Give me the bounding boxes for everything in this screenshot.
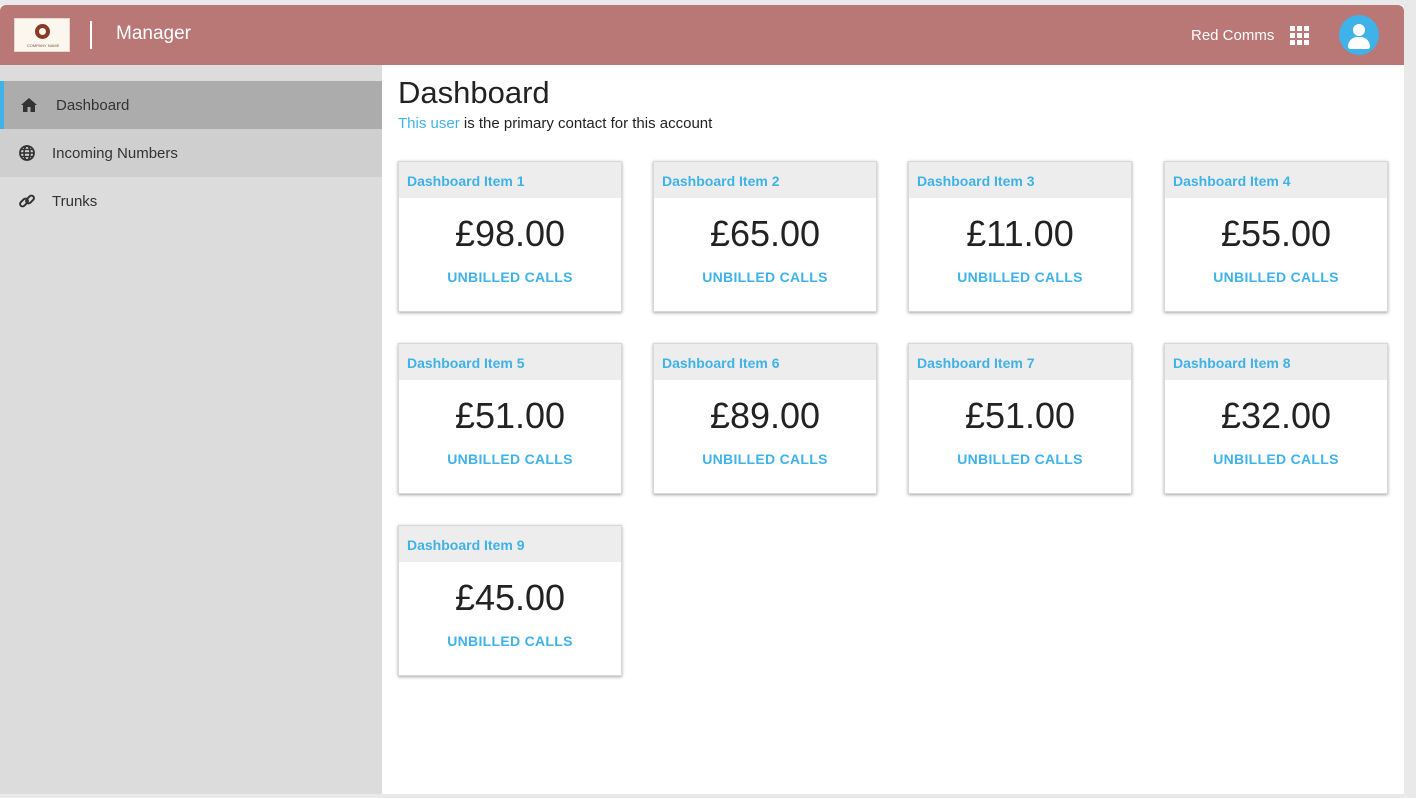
card-value: £55.00 (1220, 213, 1332, 254)
card-value: £32.00 (1220, 395, 1332, 436)
user-icon (1353, 24, 1365, 36)
card-title[interactable]: Dashboard Item 7 (909, 344, 1131, 380)
card-link[interactable]: UNBILLED CALLS (399, 269, 621, 285)
card-link[interactable]: UNBILLED CALLS (909, 269, 1131, 285)
globe-icon (18, 144, 36, 162)
card-title[interactable]: Dashboard Item 5 (399, 344, 621, 380)
company-logo[interactable]: COMPANY NAME (14, 18, 70, 52)
apps-grid-icon[interactable] (1290, 26, 1309, 45)
dashboard-card: Dashboard Item 4 £55.00 UNBILLED CALLS (1164, 161, 1388, 312)
card-value: £65.00 (709, 213, 821, 254)
sidebar: Dashboard Incoming Numbers Trunks (0, 65, 382, 794)
card-value: £89.00 (709, 395, 821, 436)
card-title[interactable]: Dashboard Item 4 (1165, 162, 1387, 198)
dashboard-card: Dashboard Item 9 £45.00 UNBILLED CALLS (398, 525, 622, 676)
card-link[interactable]: UNBILLED CALLS (654, 269, 876, 285)
sidebar-item-label: Incoming Numbers (52, 144, 178, 162)
dashboard-card: Dashboard Item 2 £65.00 UNBILLED CALLS (653, 161, 877, 312)
logo-mark-icon (35, 24, 50, 39)
card-link[interactable]: UNBILLED CALLS (1165, 269, 1387, 285)
card-link[interactable]: UNBILLED CALLS (399, 633, 621, 649)
card-link[interactable]: UNBILLED CALLS (654, 451, 876, 467)
dashboard-card: Dashboard Item 7 £51.00 UNBILLED CALLS (908, 343, 1132, 494)
card-title[interactable]: Dashboard Item 6 (654, 344, 876, 380)
card-title[interactable]: Dashboard Item 2 (654, 162, 876, 198)
logo-text: COMPANY NAME (26, 43, 60, 48)
sidebar-item-incoming-numbers[interactable]: Incoming Numbers (0, 129, 382, 177)
card-title[interactable]: Dashboard Item 3 (909, 162, 1131, 198)
home-icon (20, 96, 38, 114)
card-title[interactable]: Dashboard Item 8 (1165, 344, 1387, 380)
sidebar-item-label: Dashboard (56, 96, 130, 114)
primary-contact-link[interactable]: This user (398, 115, 460, 132)
card-value: £98.00 (454, 213, 566, 254)
card-title[interactable]: Dashboard Item 9 (399, 526, 621, 562)
dashboard-card: Dashboard Item 5 £51.00 UNBILLED CALLS (398, 343, 622, 494)
dashboard-card: Dashboard Item 3 £11.00 UNBILLED CALLS (908, 161, 1132, 312)
dashboard-card: Dashboard Item 6 £89.00 UNBILLED CALLS (653, 343, 877, 494)
card-value: £45.00 (454, 577, 566, 618)
organization-name: Red Comms (1191, 27, 1275, 44)
sidebar-item-dashboard[interactable]: Dashboard (0, 81, 382, 129)
top-bar: COMPANY NAME Manager Red Comms (0, 5, 1404, 65)
link-icon (18, 192, 36, 210)
card-title[interactable]: Dashboard Item 1 (399, 162, 621, 198)
page-title: Dashboard (398, 75, 550, 110)
app-window: COMPANY NAME Manager Red Comms Dashboard (0, 5, 1404, 794)
card-value: £51.00 (454, 395, 566, 436)
user-avatar[interactable] (1339, 15, 1379, 55)
sidebar-item-label: Trunks (52, 192, 98, 210)
card-link[interactable]: UNBILLED CALLS (399, 451, 621, 467)
page-subtitle: This user is the primary contact for thi… (398, 115, 712, 132)
dashboard-card: Dashboard Item 8 £32.00 UNBILLED CALLS (1164, 343, 1388, 494)
card-link[interactable]: UNBILLED CALLS (909, 451, 1131, 467)
subtitle-text: is the primary contact for this account (459, 115, 713, 132)
header-divider (90, 21, 92, 49)
dashboard-card: Dashboard Item 1 £98.00 UNBILLED CALLS (398, 161, 622, 312)
card-link[interactable]: UNBILLED CALLS (1165, 451, 1387, 467)
card-value: £11.00 (966, 213, 1074, 254)
app-title: Manager (116, 23, 191, 44)
card-value: £51.00 (964, 395, 1076, 436)
sidebar-item-trunks[interactable]: Trunks (0, 177, 382, 225)
